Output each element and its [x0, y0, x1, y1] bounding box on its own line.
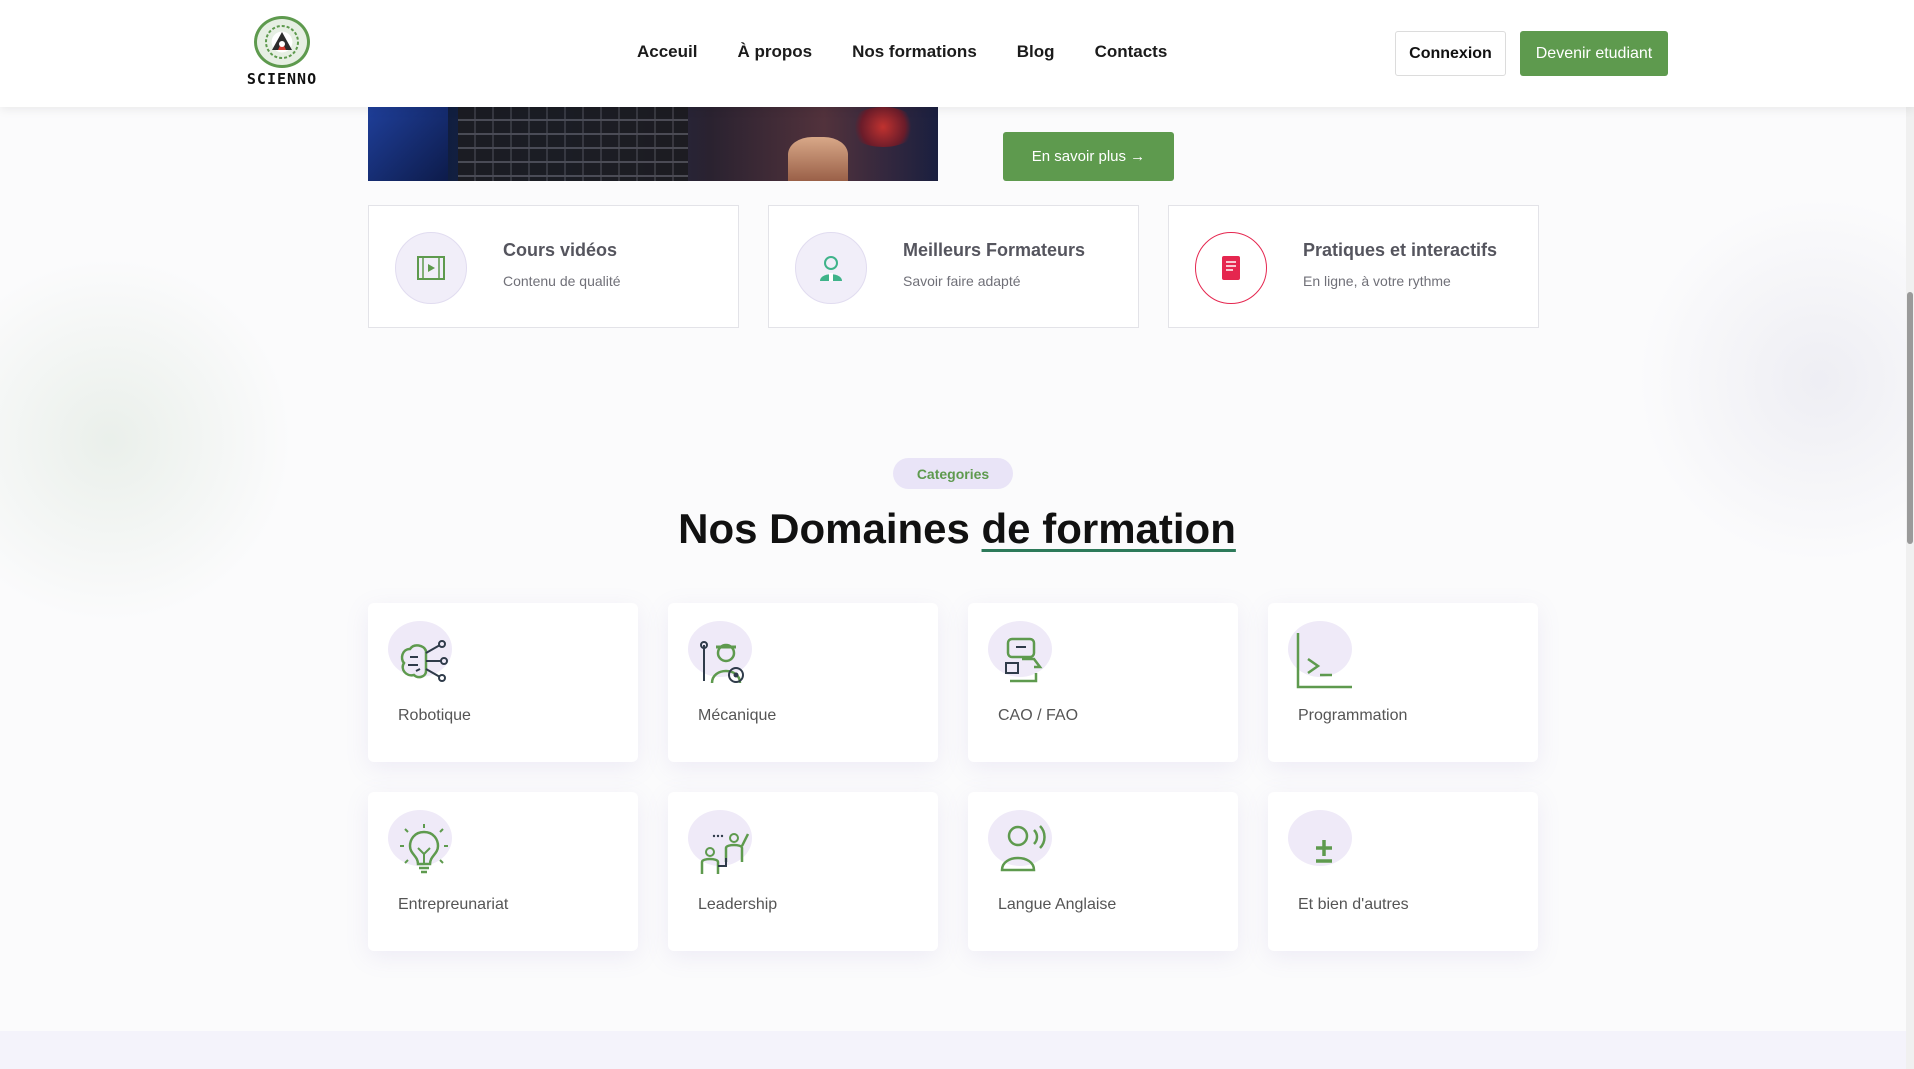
- feature-subtitle: En ligne, à votre rythme: [1303, 273, 1451, 289]
- plus-minus-icon: [1316, 840, 1332, 863]
- book-icon: [1195, 232, 1267, 304]
- feature-card-videos: Cours vidéos Contenu de qualité: [368, 205, 739, 328]
- nav-item-contacts[interactable]: Contacts: [1095, 42, 1168, 62]
- category-label: Leadership: [698, 896, 778, 913]
- site-header: SCIENNO Acceuil À propos Nos formations …: [0, 0, 1914, 107]
- logo-emblem-icon: [254, 16, 310, 68]
- lightbulb-icon: [400, 824, 448, 874]
- category-label: Mécanique: [698, 707, 777, 724]
- feature-title: Meilleurs Formateurs: [903, 240, 1086, 260]
- mechanic-icon: [700, 641, 744, 684]
- brand-name: SCIENNO: [246, 70, 318, 88]
- robot-brain-icon: [400, 640, 448, 682]
- hero-image: [368, 107, 938, 181]
- category-label: Programmation: [1298, 707, 1408, 724]
- main-nav: Acceuil À propos Nos formations Blog Con…: [637, 42, 1167, 62]
- category-card-programmation[interactable]: Programmation: [1268, 603, 1538, 762]
- feature-title: Cours vidéos: [503, 240, 618, 260]
- learn-more-button[interactable]: En savoir plus →: [1003, 132, 1174, 181]
- feature-card-practice: Pratiques et interactifs En ligne, à vot…: [1168, 205, 1539, 328]
- category-label: Et bien d'autres: [1298, 896, 1409, 913]
- scrollbar-thumb[interactable]: [1907, 292, 1913, 544]
- category-label: CAO / FAO: [998, 707, 1079, 724]
- signup-button[interactable]: Devenir etudiant: [1520, 31, 1668, 76]
- nav-item-acceuil[interactable]: Acceuil: [637, 42, 697, 62]
- cad-designer-icon: [1005, 637, 1043, 683]
- nav-item-a-propos[interactable]: À propos: [737, 42, 812, 62]
- nav-item-blog[interactable]: Blog: [1017, 42, 1055, 62]
- hero-image-hand: [788, 137, 848, 181]
- hero-image-keyboard: [458, 107, 688, 181]
- video-film-icon: [395, 232, 467, 304]
- category-card-cao-fao[interactable]: CAO / FAO: [968, 603, 1238, 762]
- page: SCIENNO Acceuil À propos Nos formations …: [0, 0, 1914, 1069]
- category-card-entrepreunariat[interactable]: Entrepreunariat: [368, 792, 638, 951]
- hero-image-glow: [848, 107, 918, 147]
- section-title: Nos Domaines de formation: [0, 505, 1914, 553]
- leadership-icon: [700, 833, 750, 874]
- section-title-underlined: de formation: [981, 505, 1236, 552]
- speaking-person-icon: [1000, 825, 1046, 872]
- section-title-main: Nos Domaines: [678, 505, 982, 552]
- nav-item-nos-formations[interactable]: Nos formations: [852, 42, 977, 62]
- categories-badge: Categories: [893, 458, 1013, 489]
- feature-subtitle: Savoir faire adapté: [903, 273, 1021, 289]
- brand-logo[interactable]: SCIENNO: [244, 16, 320, 90]
- feature-subtitle: Contenu de qualité: [503, 273, 621, 289]
- category-label: Entrepreunariat: [398, 896, 509, 913]
- next-section-band: [0, 1031, 1914, 1069]
- category-card-robotique[interactable]: Robotique: [368, 603, 638, 762]
- feature-card-trainers: Meilleurs Formateurs Savoir faire adapté: [768, 205, 1139, 328]
- terminal-icon: [1296, 633, 1352, 689]
- category-card-autres[interactable]: Et bien d'autres: [1268, 792, 1538, 951]
- hero-image-screen: [368, 107, 448, 181]
- category-card-leadership[interactable]: Leadership: [668, 792, 938, 951]
- category-card-langue-anglaise[interactable]: Langue Anglaise: [968, 792, 1238, 951]
- category-label: Robotique: [398, 707, 471, 724]
- category-label: Langue Anglaise: [998, 896, 1117, 913]
- trainer-icon: [795, 232, 867, 304]
- feature-title: Pratiques et interactifs: [1303, 240, 1498, 260]
- category-card-mecanique[interactable]: Mécanique: [668, 603, 938, 762]
- login-button[interactable]: Connexion: [1395, 31, 1506, 76]
